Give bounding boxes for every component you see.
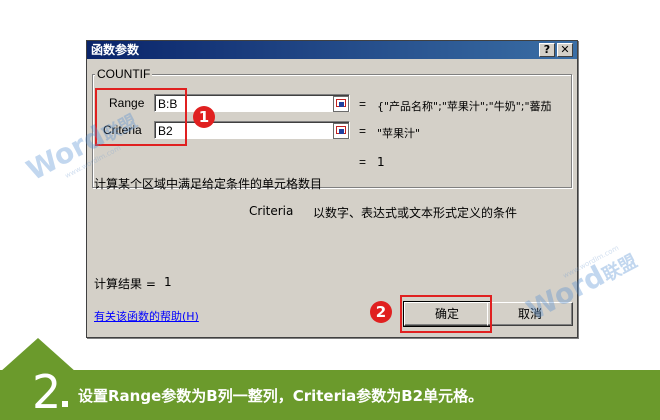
calc-result-label: 计算结果 = <box>94 277 156 291</box>
step-badge-1: 1 <box>193 106 215 128</box>
argument-name: Criteria <box>249 204 294 218</box>
step-instruction: 设置Range参数为B列一整列，Criteria参数为B2单元格。 <box>78 387 484 405</box>
step-dot-icon <box>62 401 68 407</box>
range-result-value: {"产品名称";"苹果汁";"牛奶";"蕃茄 <box>377 100 552 113</box>
criteria-collapse-icon[interactable] <box>333 123 349 139</box>
function-result-equals: = <box>359 155 367 169</box>
calc-result-value: 1 <box>164 275 172 289</box>
function-help-link[interactable]: 有关该函数的帮助(H) <box>94 308 199 324</box>
range-collapse-icon[interactable] <box>333 96 349 112</box>
function-description: 计算某个区域中满足给定条件的单元格数目 <box>94 177 323 191</box>
dialog-title: 函数参数 <box>91 43 140 57</box>
argument-description: 以数字、表达式或文本形式定义的条件 <box>313 206 518 220</box>
help-title-button[interactable]: ? <box>539 43 555 57</box>
step-badge-2: 2 <box>370 301 392 323</box>
ok-highlight-box <box>400 295 492 333</box>
function-result-value: 1 <box>377 155 385 169</box>
dialog-titlebar: 函数参数 ? ✕ <box>87 41 577 59</box>
function-arguments-dialog: 函数参数 ? ✕ COUNTIF Range B:B = {"产品名称";"苹果… <box>86 40 578 338</box>
criteria-result-value: "苹果汁" <box>377 127 421 140</box>
range-equals: = <box>359 97 367 111</box>
close-icon[interactable]: ✕ <box>557 43 573 57</box>
step-number: 2 <box>32 365 62 419</box>
function-name-legend: COUNTIF <box>95 67 153 81</box>
criteria-equals: = <box>359 124 367 138</box>
